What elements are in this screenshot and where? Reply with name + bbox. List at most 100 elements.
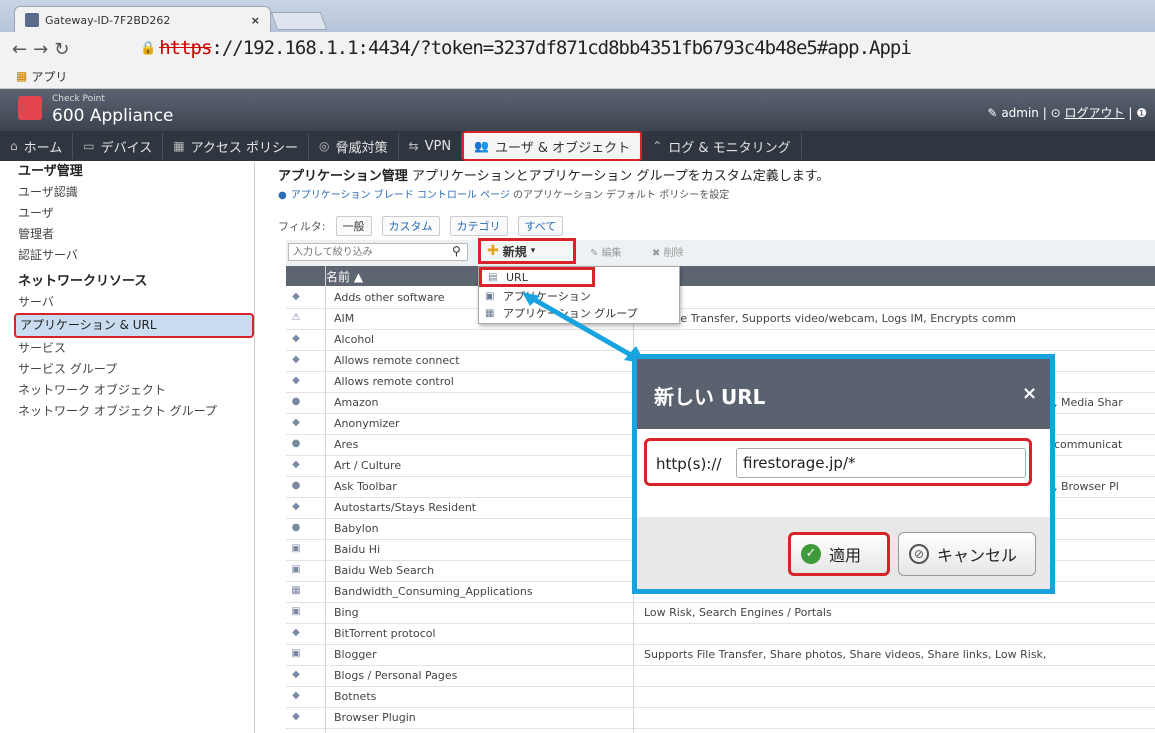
row-name: Allows remote control: [334, 375, 454, 388]
row-name: Art / Culture: [334, 459, 402, 472]
app-icon: ●: [291, 480, 301, 491]
threat-icon: ◎: [319, 139, 330, 153]
sidebar-item-network-objects[interactable]: ネットワーク オブジェクト: [14, 380, 254, 401]
row-description-tail: communicat: [1054, 438, 1123, 451]
filter-general[interactable]: 一般: [335, 216, 372, 236]
page-subtitle: ● アプリケーション ブレード コントロール ページ のアプリケーション デフォル…: [278, 190, 730, 201]
help-icon[interactable]: ❶: [1136, 106, 1147, 120]
cancel-button[interactable]: ⊘ キャンセル: [898, 532, 1036, 576]
back-icon[interactable]: ←: [12, 39, 33, 60]
sidebar-item-user-awareness[interactable]: ユーザ認識: [14, 182, 254, 203]
application-group-icon: ▦: [485, 308, 495, 319]
pencil-icon: ✎: [987, 106, 998, 120]
browser-tab[interactable]: Gateway-ID-7F2BD262 ×: [14, 6, 271, 33]
nav-vpn[interactable]: ⇆ VPN: [399, 133, 463, 159]
search-input[interactable]: [288, 243, 468, 261]
users-icon: 👥: [474, 139, 490, 153]
sidebar-item-admins[interactable]: 管理者: [14, 224, 254, 245]
row-name: Bing: [334, 606, 359, 619]
delete-button[interactable]: ✖ 削除: [652, 244, 684, 259]
nav-logs[interactable]: ⌃ ログ & モニタリング: [642, 133, 802, 159]
row-name: BitTorrent protocol: [334, 627, 436, 640]
nav-home[interactable]: ⌂ ホーム: [0, 133, 74, 159]
sidebar-item-servers[interactable]: サーバ: [14, 292, 254, 313]
row-name: Allows remote connect: [334, 354, 460, 367]
row-name: Ares: [334, 438, 359, 451]
sidebar-item-applications-urls[interactable]: アプリケーション & URL: [14, 313, 254, 338]
row-name: AIM: [334, 312, 355, 325]
page-title: アプリケーション管理 アプリケーションとアプリケーション グループをカスタム定義…: [278, 169, 830, 184]
sidebar-item-services[interactable]: サービス: [14, 338, 254, 359]
app-icon: ●: [291, 438, 301, 449]
search-icon[interactable]: ⚲: [452, 244, 461, 258]
main-nav: ⌂ ホーム ▭ デバイス ▦ アクセス ポリシー ◎ 脅威対策 ⇆ VPN 👥 ユーザ & …: [0, 131, 1155, 161]
sidebar-item-service-groups[interactable]: サービス グループ: [14, 359, 254, 380]
table-row[interactable]: ◆ Adds other software: [286, 287, 1155, 309]
table-row[interactable]: ▣ Blogger Supports File Transfer, Share ph…: [286, 644, 1155, 666]
cancel-icon: ⊘: [909, 544, 929, 564]
table-row[interactable]: ◆ Botnets: [286, 686, 1155, 708]
nav-devices[interactable]: ▭ デバイス: [73, 133, 164, 159]
sidebar-item-network-object-groups[interactable]: ネットワーク オブジェクト グループ: [14, 401, 254, 422]
row-name: Browser Plugin: [334, 711, 416, 724]
app-icon: ◆: [292, 417, 300, 428]
sidebar-item-users[interactable]: ユーザ: [14, 203, 254, 224]
menu-item-url[interactable]: ▤ URL: [479, 267, 595, 287]
home-icon: ⌂: [10, 139, 18, 153]
table-row[interactable]: ◆ Alcohol: [286, 329, 1155, 351]
table-row[interactable]: ◆ Browser Plugin: [286, 707, 1155, 729]
table-row[interactable]: ⚠ AIM orts File Transfer, Supports video/w…: [286, 308, 1155, 330]
apps-grid-icon: ▦: [16, 69, 28, 83]
monitor-icon: ⌃: [652, 139, 663, 153]
table-row[interactable]: ◆ BitTorrent protocol: [286, 623, 1155, 645]
url-prefix: http(s)://: [656, 455, 722, 473]
filter-all[interactable]: すべて: [517, 216, 564, 236]
column-name-header[interactable]: 名前 ▲: [326, 268, 363, 285]
devices-icon: ▭: [83, 139, 95, 153]
tab-title: Gateway-ID-7F2BD262: [45, 13, 171, 27]
app-icon: ◆: [292, 459, 300, 470]
edit-button[interactable]: ✎ 編集: [590, 244, 622, 259]
row-name: Blogger: [334, 648, 377, 661]
app-icon: ◆: [292, 501, 300, 512]
reload-icon[interactable]: ↻: [54, 39, 75, 60]
logout-link[interactable]: ログアウト: [1065, 106, 1125, 120]
filter-bar: フィルタ: 一般 カスタム カテゴリ すべて: [278, 216, 564, 236]
new-tab-button[interactable]: [270, 12, 328, 30]
url-field[interactable]: 🔒 https ://192.168.1.1:4434/?token=3237d…: [140, 36, 1155, 60]
url-input[interactable]: firestorage.jp/*: [736, 448, 1026, 478]
nav-threat[interactable]: ◎ 脅威対策: [309, 133, 399, 159]
row-description: orts File Transfer, Supports video/webca…: [644, 312, 1016, 325]
sidebar-section-title: ユーザ管理: [18, 164, 83, 179]
filter-category[interactable]: カテゴリ: [449, 216, 508, 236]
application-icon: ▣: [485, 291, 495, 302]
url-rest: ://192.168.1.1:4434/?token=3237df871cd8b…: [211, 37, 911, 59]
check-icon: ✓: [801, 544, 821, 564]
close-icon[interactable]: ×: [1022, 383, 1037, 404]
nav-users-objects[interactable]: 👥 ユーザ & オブジェクト: [462, 131, 643, 161]
sidebar-item-auth-servers[interactable]: 認証サーバ: [14, 245, 254, 266]
app-icon: ◆: [292, 669, 300, 680]
tab-close-icon[interactable]: ×: [251, 14, 260, 27]
table-row[interactable]: ▣ Bing Low Risk, Search Engines / Portals: [286, 602, 1155, 624]
browser-nav-buttons: ←→↻: [12, 39, 75, 60]
filter-custom[interactable]: カスタム: [381, 216, 440, 236]
row-name: Babylon: [334, 522, 379, 535]
apply-button[interactable]: ✓ 適用: [788, 532, 890, 576]
bookmark-apps[interactable]: アプリ: [31, 68, 67, 85]
brand-name: 600 Appliance: [52, 106, 174, 126]
app-icon: ◆: [292, 627, 300, 638]
add-icon: ✚: [487, 243, 499, 259]
url-icon: ▤: [488, 272, 498, 283]
table-row[interactable]: ◆ Blogs / Personal Pages: [286, 665, 1155, 687]
app-icon: ▣: [291, 543, 301, 554]
dialog-title: 新しい URL: [654, 385, 766, 409]
blade-control-link[interactable]: アプリケーション ブレード コントロール ページ: [291, 190, 510, 201]
app-icon: ●: [291, 522, 301, 533]
row-name: Anonymizer: [334, 417, 400, 430]
nav-access-policy[interactable]: ▦ アクセス ポリシー: [163, 133, 310, 159]
user-name[interactable]: admin: [1001, 106, 1039, 120]
new-button[interactable]: ✚ 新規 ▾: [478, 238, 576, 264]
forward-icon[interactable]: →: [33, 39, 54, 60]
row-name: Ask Toolbar: [334, 480, 397, 493]
